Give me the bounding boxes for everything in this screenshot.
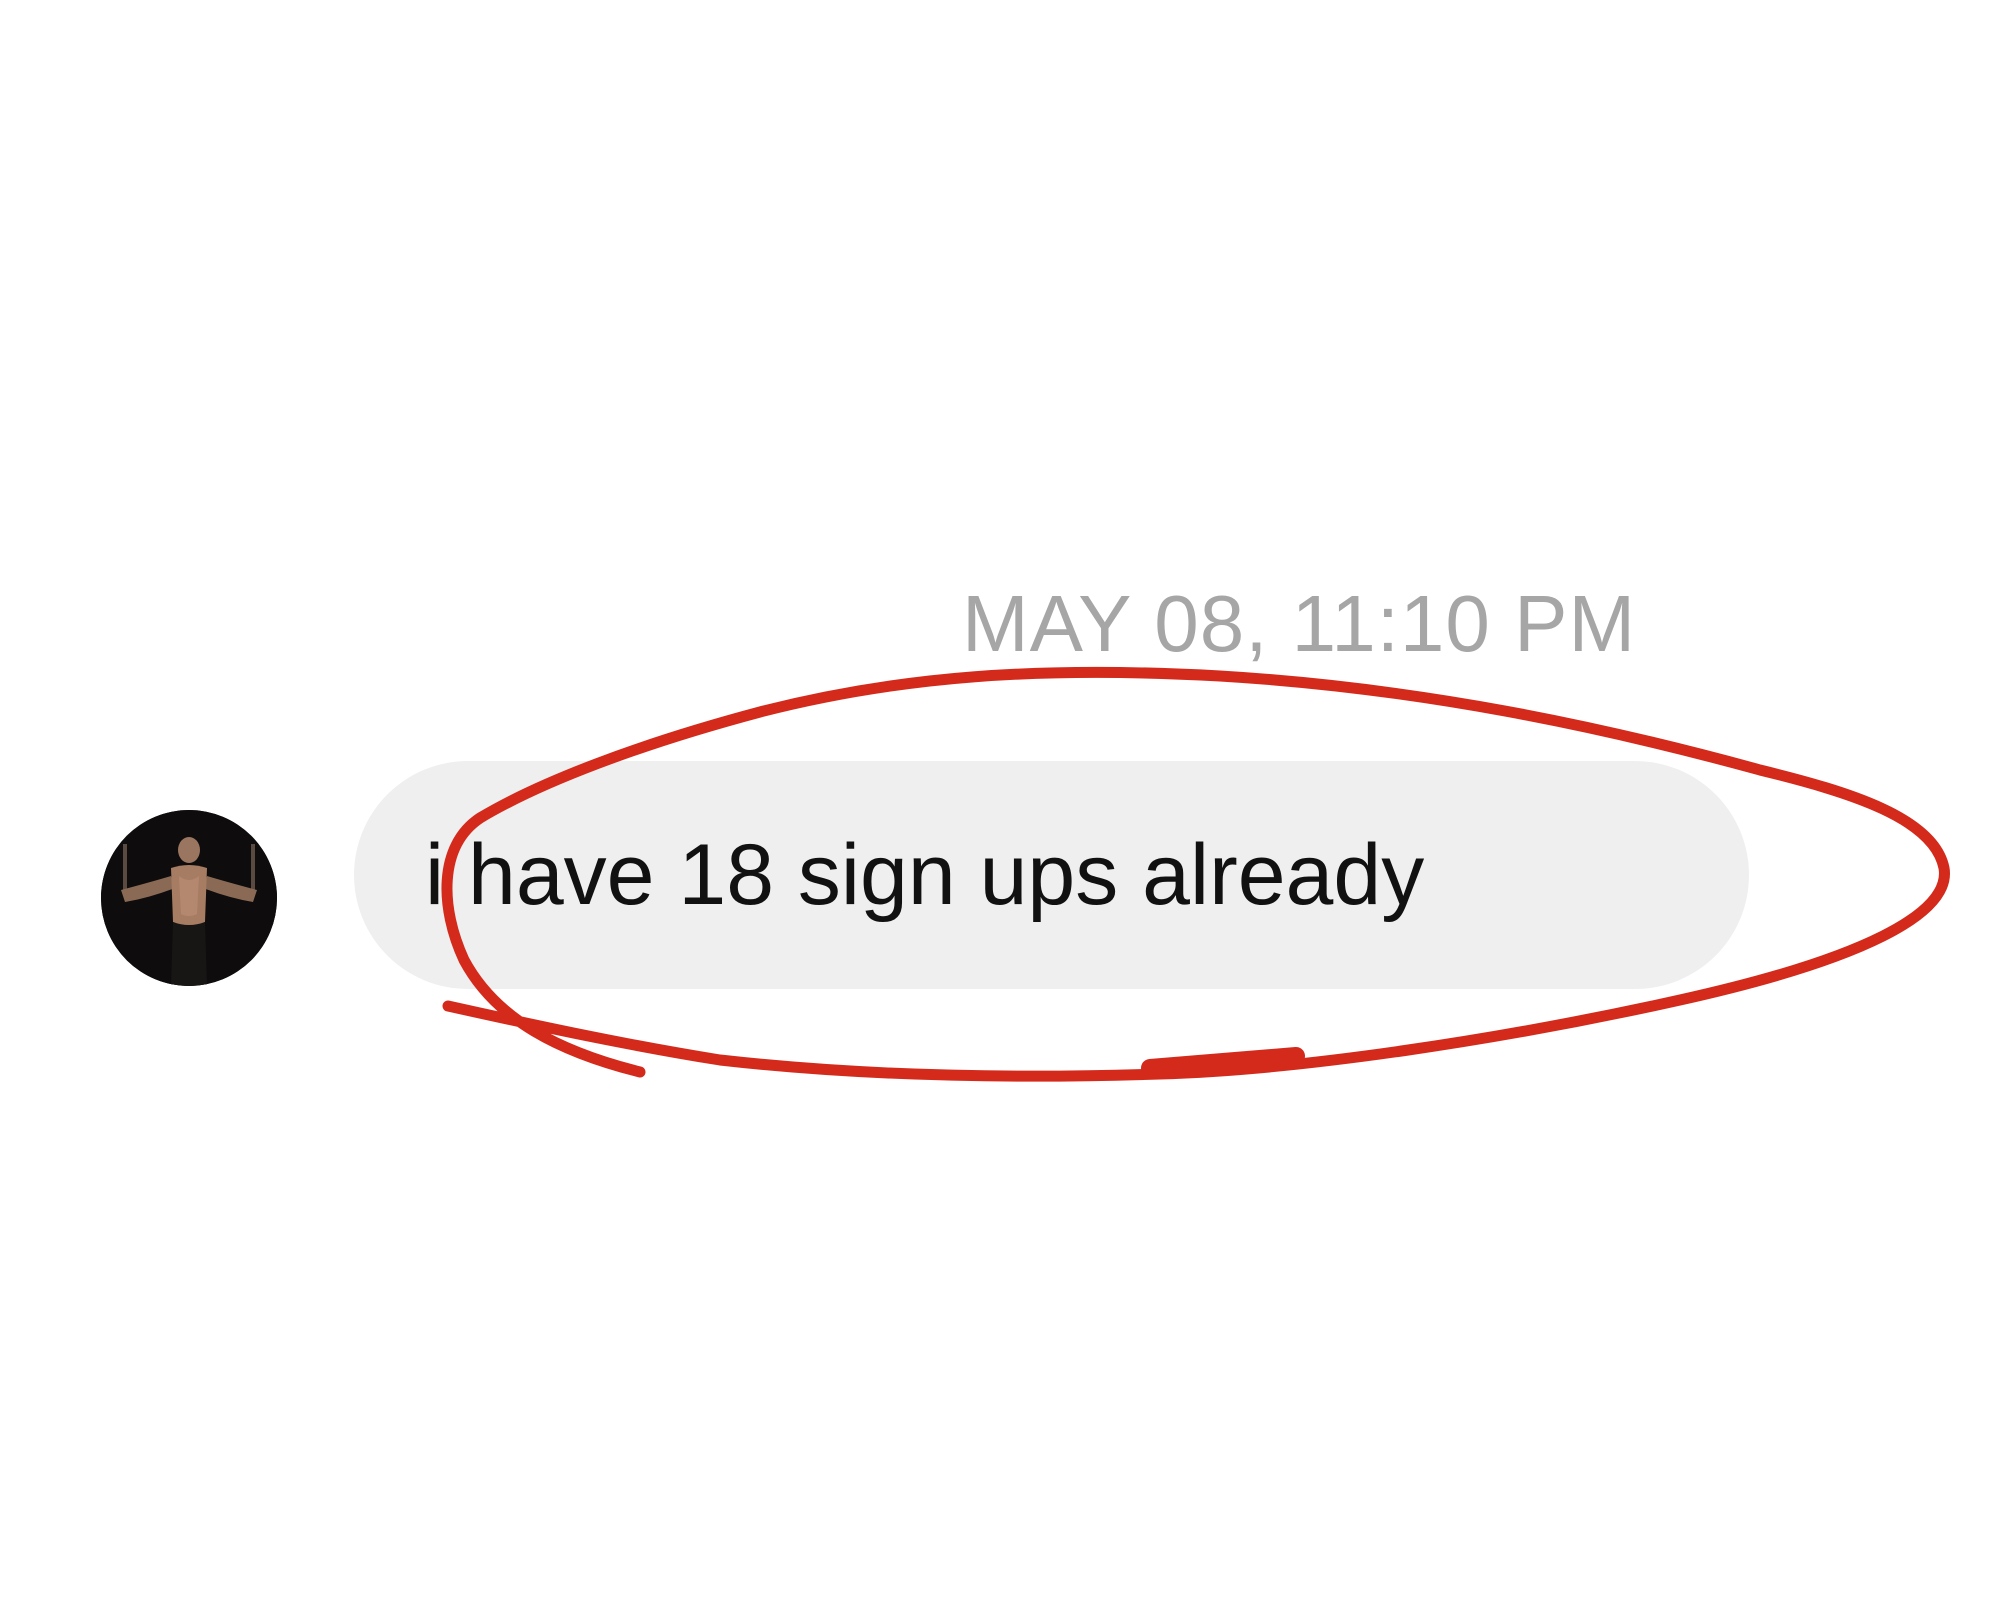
sender-avatar[interactable] [101,810,277,986]
message-row: i have 18 sign ups already [0,760,2000,1000]
person-photo-icon [101,810,277,986]
message-bubble[interactable]: i have 18 sign ups already [354,761,1749,989]
message-timestamp: MAY 08, 11:10 PM [962,579,1637,668]
message-text: i have 18 sign ups already [425,827,1425,923]
